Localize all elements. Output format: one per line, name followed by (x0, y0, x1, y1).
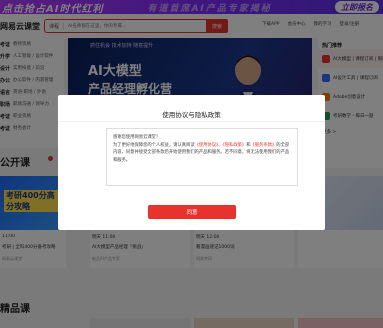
policy-intro: 感谢您使用网易云课堂！ (113, 135, 161, 140)
agree-button[interactable]: 同意 (148, 205, 236, 219)
privacy-dialog: 使用协议与隐私政策 感谢您使用网易云课堂！ 为了更好地保障您的个人权益，请认真阅… (58, 95, 325, 230)
policy-paragraph: 为了更好地保障您的个人权益，请认真阅读《使用协议》、《隐私政策》和《服务条款》的… (113, 142, 290, 163)
privacy-policy-link[interactable]: 《隐私政策》 (223, 143, 247, 148)
terms-of-use-link[interactable]: 《使用协议》 (195, 143, 219, 148)
policy-text-box[interactable]: 感谢您使用网易云课堂！ 为了更好地保障您的个人权益，请认真阅读《使用协议》、《隐… (106, 128, 298, 186)
service-terms-link[interactable]: 《服务条款》 (251, 143, 277, 148)
dialog-divider (58, 121, 325, 122)
policy-text-1: 为了更好地保障您的个人权益，请认真阅读 (113, 142, 195, 148)
dialog-title: 使用协议与隐私政策 (162, 111, 221, 119)
